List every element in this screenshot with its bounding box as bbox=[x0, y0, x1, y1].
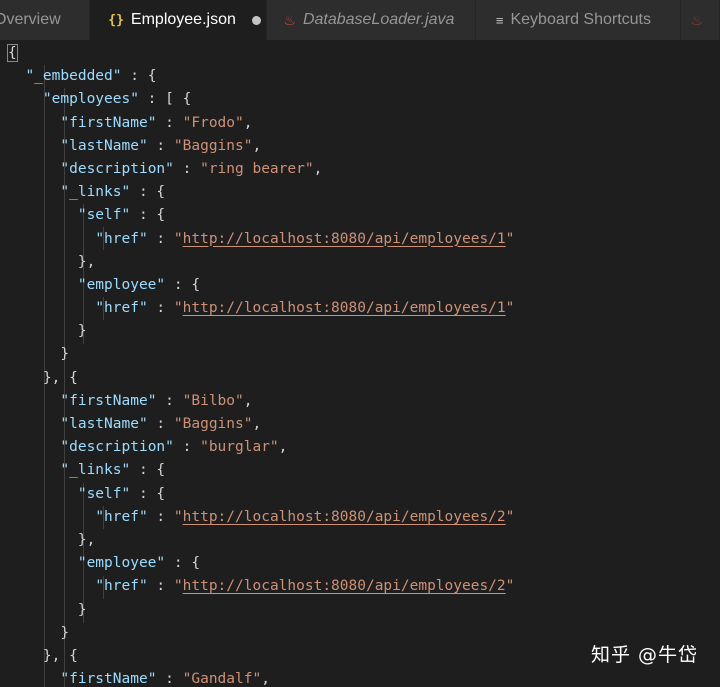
editor-tab-bar: Overview {} Employee.json ♨ DatabaseLoad… bbox=[0, 0, 720, 40]
code-line: "_links" : { bbox=[60, 184, 166, 201]
tab-label: Employee.json bbox=[130, 11, 236, 28]
keyboard-shortcuts-icon: ≡ bbox=[495, 12, 504, 28]
code-line: }, { bbox=[8, 647, 78, 664]
tab-overview[interactable]: Overview bbox=[0, 0, 91, 40]
code-line: "employees" : [ { bbox=[42, 91, 192, 108]
tab-label: DatabaseLoader.java bbox=[302, 11, 455, 28]
code-line: "self" : { bbox=[77, 485, 166, 502]
code-line: } bbox=[8, 346, 70, 363]
code-line: "_embedded" : { bbox=[25, 68, 157, 85]
code-line: "href" : "http://localhost:8080/api/empl… bbox=[95, 300, 515, 317]
code-line: "description" : "ring bearer", bbox=[60, 160, 323, 177]
json-code[interactable]: { "_embedded" : { "employees" : [ { "fir… bbox=[7, 42, 515, 687]
code-line: "employee" : { bbox=[77, 555, 201, 572]
tab-employee-json[interactable]: {} Employee.json bbox=[90, 0, 268, 40]
code-line: "_links" : { bbox=[60, 462, 166, 479]
code-line: "employee" : { bbox=[77, 276, 201, 293]
code-line: "firstName" : "Gandalf", bbox=[60, 671, 270, 687]
tab-keyboard-shortcuts[interactable]: ≡ Keyboard Shortcuts bbox=[475, 0, 681, 40]
code-line: "description" : "burglar", bbox=[60, 439, 288, 456]
code-line: } bbox=[8, 624, 70, 641]
code-line: } bbox=[8, 323, 87, 340]
java-icon: ♨ bbox=[283, 11, 296, 28]
code-editor[interactable]: { "_embedded" : { "employees" : [ { "fir… bbox=[0, 40, 720, 687]
code-line: }, bbox=[8, 253, 96, 270]
code-line: "self" : { bbox=[77, 207, 166, 224]
code-line: "href" : "http://localhost:8080/api/empl… bbox=[95, 230, 515, 247]
code-line: } bbox=[8, 601, 87, 618]
json-braces-icon: {} bbox=[108, 12, 124, 28]
code-line: "lastName" : "Baggins", bbox=[60, 137, 262, 154]
unsaved-dot-icon[interactable] bbox=[251, 15, 261, 25]
code-line: "firstName" : "Bilbo", bbox=[60, 392, 253, 409]
watermark: 知乎 @牛岱 bbox=[590, 644, 698, 666]
code-line: }, { bbox=[8, 369, 78, 386]
code-line: "firstName" : "Frodo", bbox=[60, 114, 253, 131]
code-line: "lastName" : "Baggins", bbox=[60, 416, 262, 432]
code-line: "href" : "http://localhost:8080/api/empl… bbox=[95, 578, 515, 595]
tab-databaseloader-java[interactable]: ♨ DatabaseLoader.java bbox=[267, 0, 476, 40]
tab-label: Keyboard Shortcuts bbox=[510, 11, 651, 28]
code-line: "href" : "http://localhost:8080/api/empl… bbox=[95, 508, 515, 525]
java-icon: ♨ bbox=[690, 11, 704, 28]
tab-label: Overview bbox=[0, 11, 61, 28]
code-line: { bbox=[7, 44, 18, 62]
code-line: }, bbox=[8, 531, 96, 548]
tab-overflow[interactable]: ♨ bbox=[680, 0, 720, 40]
